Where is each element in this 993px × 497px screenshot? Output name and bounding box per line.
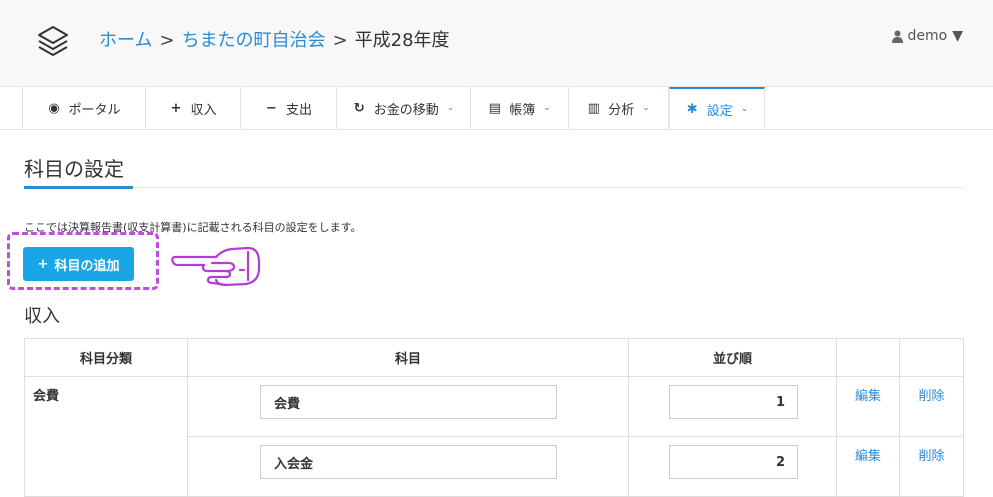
user-name: demo xyxy=(907,28,948,44)
logo-icon[interactable] xyxy=(34,24,72,62)
breadcrumb-separator: > xyxy=(332,30,348,51)
nav-divider xyxy=(0,129,993,130)
nav-item-analysis[interactable]: ▥ 分析 ⌄ xyxy=(569,87,669,129)
dashboard-icon: ◉ xyxy=(48,100,60,116)
refresh-icon: ↻ xyxy=(353,100,365,116)
pointing-hand-icon xyxy=(171,246,261,287)
minus-icon: − xyxy=(266,100,277,116)
nav-item-label: 収入 xyxy=(190,102,217,118)
category-cell: 会費 xyxy=(24,376,188,497)
order-cell: 2 xyxy=(628,436,837,497)
plus-icon: + xyxy=(170,100,182,116)
breadcrumb-separator: > xyxy=(159,30,175,51)
column-header-delete xyxy=(899,338,964,377)
add-button-label: 科目の追加 xyxy=(54,258,120,274)
nav-item-label: 支出 xyxy=(285,102,312,118)
nav-item-label: 分析 xyxy=(608,102,635,118)
order-input[interactable]: 2 xyxy=(669,445,798,479)
nav-item-label: お金の移動 xyxy=(373,102,439,118)
user-menu[interactable]: demo ▼ xyxy=(891,28,963,44)
title-divider xyxy=(24,187,964,188)
app-header: ホーム > ちまたの町自治会 > 平成28年度 demo ▼ xyxy=(0,0,993,87)
column-header-category: 科目分類 xyxy=(24,338,188,377)
breadcrumb-current-year: 平成28年度 xyxy=(354,30,450,51)
item-name-input[interactable]: 会費 xyxy=(260,385,557,419)
item-name-input[interactable]: 入会金 xyxy=(260,445,557,479)
account-items-table: 科目分類 科目 並び順 会費 会費 1 編集 削除 入会金 2 編集 削除 xyxy=(24,338,964,497)
chevron-down-icon: ⌄ xyxy=(543,103,551,113)
item-name-cell: 会費 xyxy=(187,376,629,437)
table-header-row: 科目分類 科目 並び順 xyxy=(24,338,964,377)
nav-item-label: ポータル xyxy=(68,102,121,118)
breadcrumb: ホーム > ちまたの町自治会 > 平成28年度 xyxy=(99,29,450,53)
document-icon: ▤ xyxy=(488,100,501,116)
breadcrumb-organization-link[interactable]: ちまたの町自治会 xyxy=(182,30,326,51)
column-header-edit xyxy=(836,338,900,377)
table-row: 会費 会費 1 編集 削除 xyxy=(24,376,964,497)
nav-item-money-transfer[interactable]: ↻ お金の移動 ⌄ xyxy=(337,87,471,129)
edit-link[interactable]: 編集 xyxy=(836,376,900,437)
order-input[interactable]: 1 xyxy=(669,385,798,419)
column-header-order: 並び順 xyxy=(628,338,837,377)
section-title-income: 収入 xyxy=(24,306,60,327)
title-underline xyxy=(24,186,133,189)
nav-item-expense[interactable]: − 支出 xyxy=(241,87,337,129)
main-nav: ◉ ポータル + 収入 − 支出 ↻ お金の移動 ⌄ ▤ 帳簿 ⌄ ▥ 分析 ⌄… xyxy=(22,87,765,129)
user-icon xyxy=(891,30,903,43)
plus-icon: + xyxy=(37,256,49,272)
edit-link[interactable]: 編集 xyxy=(836,436,900,497)
caret-down-icon: ▼ xyxy=(952,28,963,44)
gear-icon: ✱ xyxy=(686,101,698,117)
column-header-item: 科目 xyxy=(187,338,629,377)
chevron-down-icon: ⌄ xyxy=(740,104,749,114)
item-name-cell: 入会金 xyxy=(187,436,629,497)
add-account-item-button[interactable]: + 科目の追加 xyxy=(23,247,134,281)
chevron-down-icon: ⌄ xyxy=(446,103,455,113)
nav-item-portal[interactable]: ◉ ポータル xyxy=(23,87,146,129)
page-title: 科目の設定 xyxy=(24,157,124,181)
nav-item-label: 帳簿 xyxy=(509,102,536,118)
nav-item-label: 設定 xyxy=(706,103,733,119)
delete-link[interactable]: 削除 xyxy=(899,436,964,497)
nav-item-income[interactable]: + 収入 xyxy=(146,87,241,129)
order-cell: 1 xyxy=(628,376,837,437)
breadcrumb-home-link[interactable]: ホーム xyxy=(99,30,152,51)
nav-item-ledger[interactable]: ▤ 帳簿 ⌄ xyxy=(471,87,569,129)
chevron-down-icon: ⌄ xyxy=(642,103,650,113)
bar-chart-icon: ▥ xyxy=(587,100,600,116)
delete-link[interactable]: 削除 xyxy=(899,376,964,437)
nav-item-settings[interactable]: ✱ 設定 ⌄ xyxy=(669,87,765,129)
